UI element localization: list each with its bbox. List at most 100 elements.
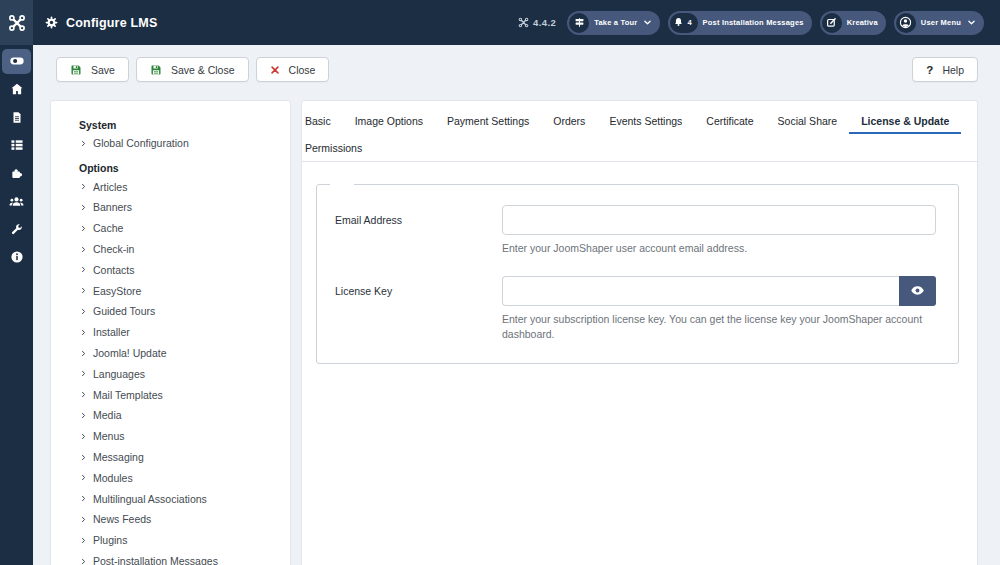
chevron-right-icon	[80, 473, 87, 482]
tab-image-options[interactable]: Image Options	[355, 107, 423, 134]
chevron-right-icon	[80, 369, 87, 378]
user-menu-button[interactable]: User Menu	[894, 11, 984, 35]
chevron-right-icon	[80, 411, 87, 420]
save-icon	[70, 64, 82, 76]
save-close-button[interactable]: Save & Close	[136, 57, 249, 82]
eye-toggle-button[interactable]	[899, 276, 936, 306]
nav-item-label: Cache	[93, 222, 123, 234]
sidebar-puzzle-button[interactable]	[0, 159, 33, 187]
chevron-right-icon	[80, 536, 87, 545]
question-icon: ?	[926, 64, 933, 76]
nav-item-label: Joomla! Update	[93, 347, 167, 359]
close-button[interactable]: Close	[256, 57, 330, 82]
home-icon	[10, 82, 24, 96]
nav-item-label: Banners	[93, 201, 132, 213]
sidebar-wrench-button[interactable]	[0, 215, 33, 243]
field-label: License Key	[335, 276, 502, 343]
field-row-email-address: Email Address Enter your JoomShaper user…	[335, 205, 936, 257]
file-icon	[11, 111, 23, 124]
nav-item-post-installation-messages[interactable]: Post-installation Messages	[79, 551, 280, 565]
license-key-input[interactable]	[502, 276, 899, 306]
field-help-text: Enter your subscription license key. You…	[502, 312, 936, 343]
nav-item-label: Post-installation Messages	[93, 555, 218, 565]
nav-item-installer[interactable]: Installer	[79, 322, 280, 343]
nav-item-messaging[interactable]: Messaging	[79, 447, 280, 468]
tab-payment-settings[interactable]: Payment Settings	[447, 107, 529, 134]
sidebar-info-button[interactable]	[0, 243, 33, 271]
nav-item-label: Media	[93, 409, 122, 421]
nav-item-global-configuration[interactable]: Global Configuration	[79, 133, 280, 154]
app-header: Configure LMS 4.4.2 Take a Tour 4 Post I…	[0, 0, 1000, 45]
nav-item-label: Modules	[93, 472, 133, 484]
page-title: Configure LMS	[66, 16, 157, 30]
nav-item-guided-tours[interactable]: Guided Tours	[79, 301, 280, 322]
chevron-right-icon	[80, 182, 87, 191]
help-button[interactable]: ? Help	[912, 57, 978, 82]
sidebar-list-button[interactable]	[0, 131, 33, 159]
version-label: 4.4.2	[518, 17, 556, 28]
chevron-right-icon	[80, 494, 87, 503]
chevron-right-icon	[80, 224, 87, 233]
sidebar	[0, 45, 33, 565]
nav-item-menus[interactable]: Menus	[79, 426, 280, 447]
wrench-icon	[10, 223, 23, 236]
nav-item-label: Guided Tours	[93, 305, 155, 317]
post-installation-messages-button[interactable]: 4 Post Installation Messages	[668, 11, 811, 35]
nav-item-news-feeds[interactable]: News Feeds	[79, 509, 280, 530]
nav-item-contacts[interactable]: Contacts	[79, 259, 280, 280]
nav-item-label: Contacts	[93, 264, 134, 276]
email-address-input[interactable]	[502, 205, 936, 235]
nav-item-cache[interactable]: Cache	[79, 218, 280, 239]
nav-item-label: Plugins	[93, 534, 127, 546]
nav-item-multilingual-associations[interactable]: Multilingual Associations	[79, 488, 280, 509]
sidebar-home-button[interactable]	[0, 75, 33, 103]
save-button[interactable]: Save	[56, 57, 129, 82]
tab-license-update[interactable]: License & Update	[861, 107, 949, 134]
chevron-right-icon	[80, 265, 87, 274]
tab-social-share[interactable]: Social Share	[778, 107, 838, 134]
nav-item-banners[interactable]: Banners	[79, 197, 280, 218]
external-link-icon	[822, 13, 842, 33]
license-fieldset: Email Address Enter your JoomShaper user…	[316, 184, 959, 364]
chevron-right-icon	[80, 307, 87, 316]
page-title-wrap: Configure LMS	[44, 15, 157, 30]
users-icon	[9, 194, 24, 209]
nav-item-media[interactable]: Media	[79, 405, 280, 426]
nav-item-easystore[interactable]: EasyStore	[79, 280, 280, 301]
nav-item-mail-templates[interactable]: Mail Templates	[79, 384, 280, 405]
header-actions: 4.4.2 Take a Tour 4 Post Installation Me…	[518, 11, 1000, 35]
nav-item-plugins[interactable]: Plugins	[79, 530, 280, 551]
sidebar-file-button[interactable]	[0, 103, 33, 131]
chevron-down-icon	[967, 18, 976, 27]
chevron-right-icon	[80, 203, 87, 212]
content-area: SystemGlobal ConfigurationOptionsArticle…	[33, 100, 1000, 565]
chevron-right-icon	[80, 515, 87, 524]
nav-item-label: Menus	[93, 430, 125, 442]
sidebar-users-button[interactable]	[0, 187, 33, 215]
sidebar-toggle-eye-button[interactable]	[2, 49, 31, 74]
nav-group-label: System	[79, 117, 280, 133]
chevron-right-icon	[80, 286, 87, 295]
joomla-logo[interactable]	[0, 0, 33, 45]
puzzle-icon	[10, 166, 24, 180]
nav-item-check-in[interactable]: Check-in	[79, 239, 280, 260]
tab-certificate[interactable]: Certificate	[706, 107, 753, 134]
chevron-right-icon	[80, 432, 87, 441]
nav-item-joomla-update[interactable]: Joomla! Update	[79, 343, 280, 364]
tab-permissions[interactable]: Permissions	[305, 134, 362, 161]
take-a-tour-button[interactable]: Take a Tour	[567, 11, 660, 35]
chevron-right-icon	[80, 328, 87, 337]
site-preview-button[interactable]: Kreativa	[820, 11, 886, 35]
version-number: 4.4.2	[533, 17, 556, 28]
close-icon	[270, 65, 280, 75]
nav-item-label: Languages	[93, 368, 145, 380]
tab-events-settings[interactable]: Events Settings	[609, 107, 682, 134]
messages-count: 4	[687, 18, 691, 27]
tab-basic[interactable]: Basic	[305, 107, 331, 134]
tab-content: Email Address Enter your JoomShaper user…	[302, 162, 977, 364]
joomla-version-icon	[518, 17, 529, 28]
nav-item-languages[interactable]: Languages	[79, 363, 280, 384]
nav-item-modules[interactable]: Modules	[79, 467, 280, 488]
tab-orders[interactable]: Orders	[553, 107, 585, 134]
nav-item-articles[interactable]: Articles	[79, 176, 280, 197]
